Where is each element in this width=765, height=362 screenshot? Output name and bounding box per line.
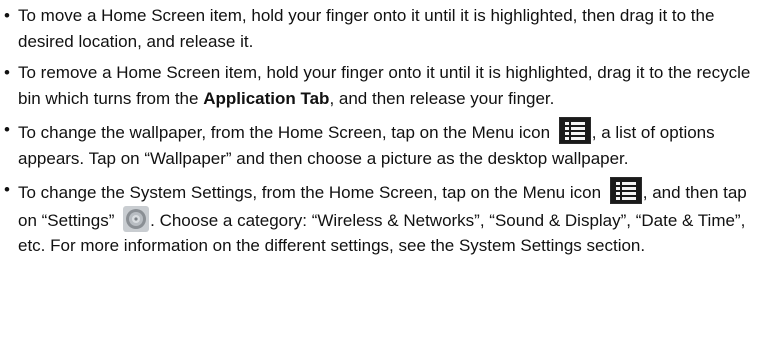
instruction-list: • To move a Home Screen item, hold your … [4, 3, 760, 259]
bullet-marker: • [4, 120, 10, 139]
item-text-before: To change the wallpaper, from the Home S… [18, 123, 551, 142]
menu-icon [558, 117, 591, 144]
list-item-move: • To move a Home Screen item, hold your … [4, 3, 760, 54]
item-text: To move a Home Screen item, hold your fi… [18, 6, 715, 51]
bullet-marker: • [4, 63, 10, 82]
list-item-wallpaper: • To change the wallpaper, from the Home… [4, 117, 760, 171]
item-text-before: To change the System Settings, from the … [18, 183, 602, 202]
list-item-settings: • To change the System Settings, from th… [4, 177, 760, 259]
menu-icon [609, 177, 642, 204]
bullet-marker: • [4, 180, 10, 199]
list-item-remove: • To remove a Home Screen item, hold you… [4, 60, 760, 111]
settings-icon [123, 205, 150, 232]
document-page: • To move a Home Screen item, hold your … [0, 0, 765, 362]
application-tab-term: Application Tab [203, 88, 330, 108]
item-text-after: , and then release your finger. [329, 88, 555, 108]
bullet-marker: • [4, 6, 10, 25]
